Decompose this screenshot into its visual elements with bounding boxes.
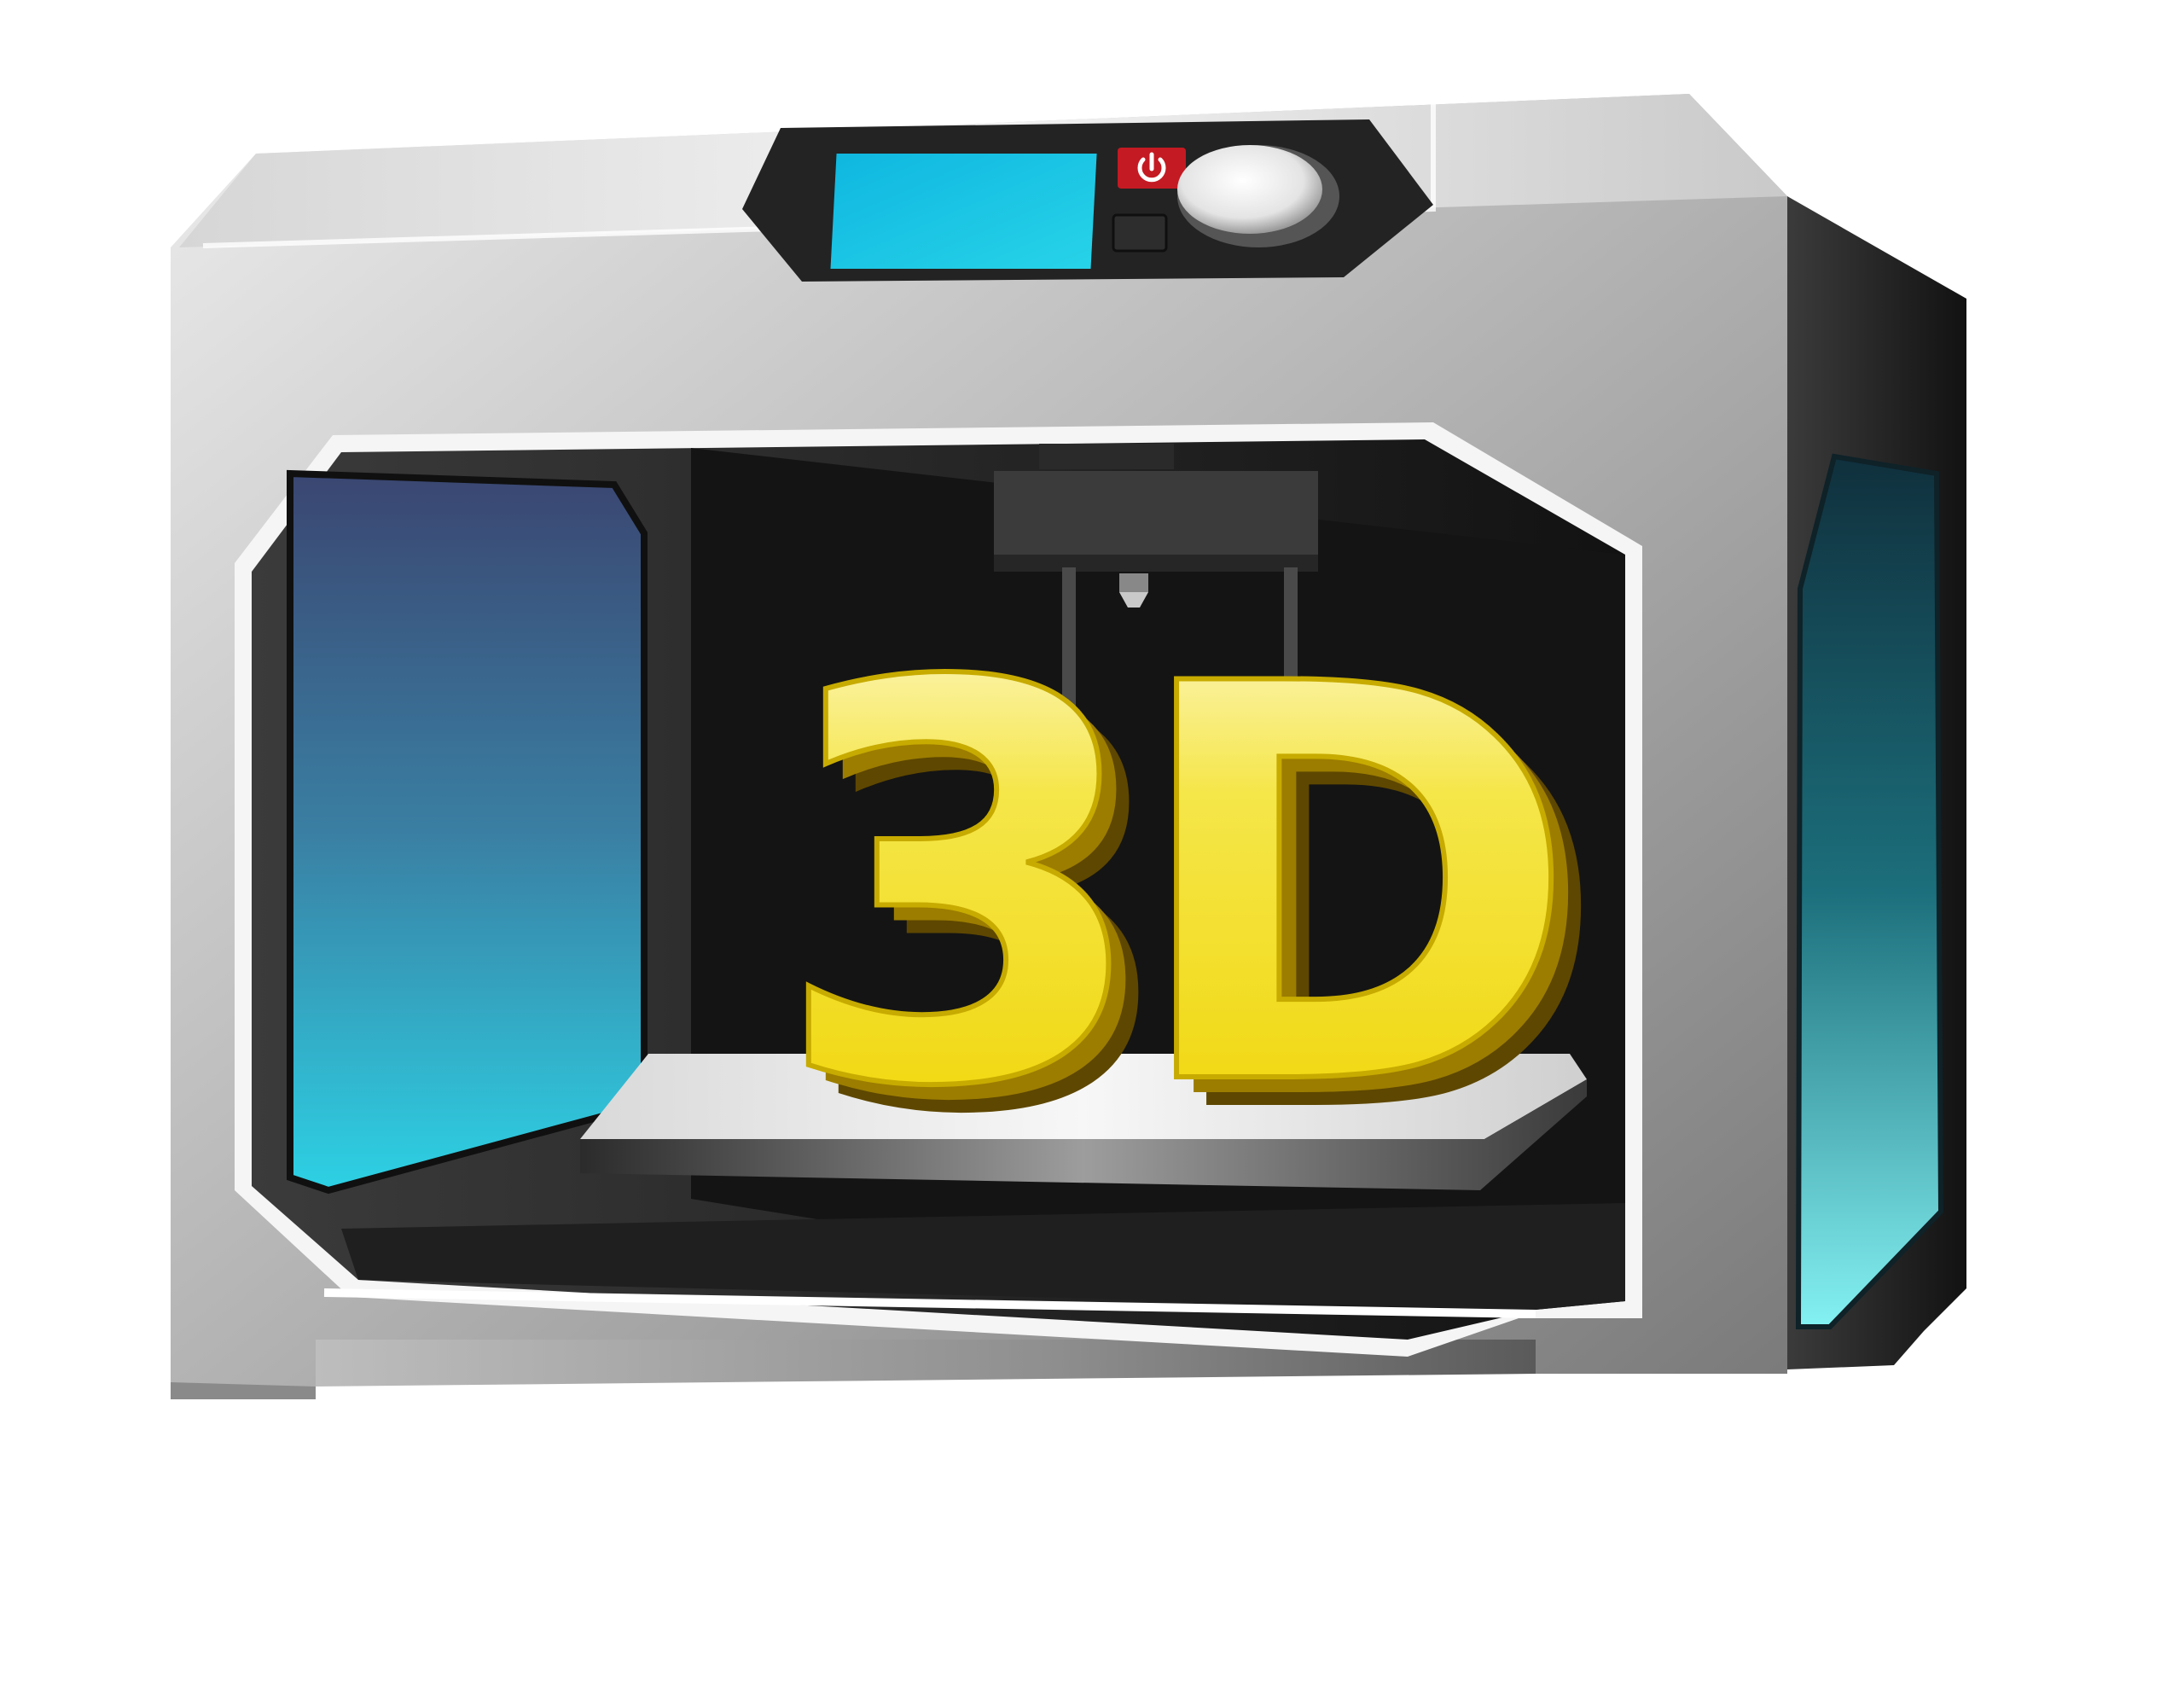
right-window [1795,453,1944,1329]
printer-illustration: 3D 3D 3D [171,94,1966,1399]
display-screen [830,154,1097,269]
control-panel [742,119,1433,282]
secondary-button[interactable] [1112,213,1168,253]
power-button[interactable] [1118,148,1186,189]
3d-text-face: 3D [772,570,1554,1206]
control-knob[interactable] [1177,145,1322,234]
left-window [287,469,648,1195]
3d-text: 3D 3D 3D [770,567,1610,1234]
printer-side-panel [1787,196,1966,1369]
